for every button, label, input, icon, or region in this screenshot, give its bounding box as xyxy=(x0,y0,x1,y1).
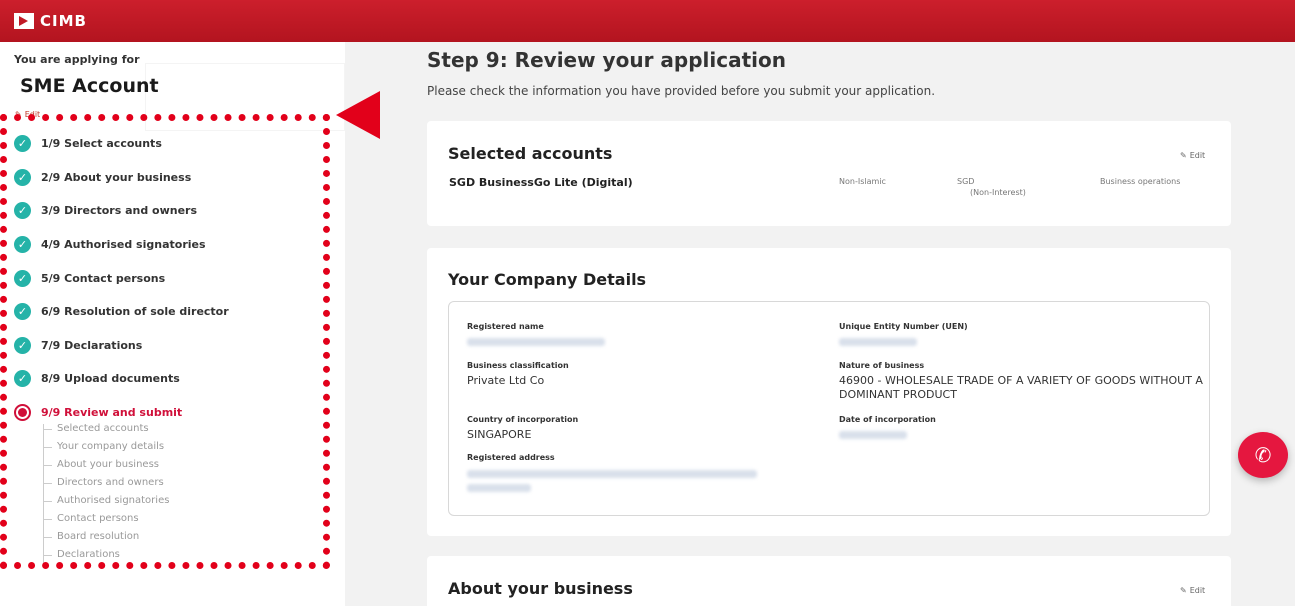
business-classification-label: Business classification xyxy=(467,361,569,370)
page-title: Step 9: Review your application xyxy=(427,48,786,72)
redacted-address-line1 xyxy=(467,470,757,478)
company-details-box: Registered name Unique Entity Number (UE… xyxy=(448,301,1210,516)
pencil-icon: ✎ xyxy=(1180,586,1187,595)
pencil-icon: ✎ xyxy=(1180,151,1187,160)
edit-label: Edit xyxy=(1189,151,1206,160)
brand-name: CIMB xyxy=(40,12,87,30)
page-subtitle: Please check the information you have pr… xyxy=(427,84,936,98)
country-label: Country of incorporation xyxy=(467,415,579,424)
country-value: SINGAPORE xyxy=(467,428,532,441)
account-purpose: Business operations xyxy=(1100,177,1181,186)
edit-about-business-button[interactable]: ✎ Edit xyxy=(1180,586,1205,595)
uen-label: Unique Entity Number (UEN) xyxy=(839,322,968,331)
business-classification-value: Private Ltd Co xyxy=(467,374,545,387)
address-label: Registered address xyxy=(467,453,555,462)
redacted-date xyxy=(839,431,907,439)
pointer-arrow xyxy=(336,91,380,139)
nature-value-line1: 46900 - WHOLESALE TRADE OF A VARIETY OF … xyxy=(839,374,1203,387)
applying-label: You are applying for xyxy=(14,53,140,66)
edit-label: Edit xyxy=(1189,586,1206,595)
registered-name-label: Registered name xyxy=(467,322,544,331)
call-button[interactable]: ✆ xyxy=(1238,432,1288,478)
selected-accounts-card: Selected accounts ✎ Edit SGD BusinessGo … xyxy=(427,121,1231,226)
nature-value-line2: DOMINANT PRODUCT xyxy=(839,388,957,401)
account-type: Non-Islamic xyxy=(839,177,886,186)
cimb-logo-icon xyxy=(14,13,34,29)
redacted-uen xyxy=(839,338,917,346)
date-label: Date of incorporation xyxy=(839,415,936,424)
card-title: About your business xyxy=(448,579,633,598)
about-business-card: About your business ✎ Edit xyxy=(427,556,1231,606)
dotted-highlight-frame xyxy=(0,114,330,569)
redacted-registered-name xyxy=(467,338,605,346)
card-title: Selected accounts xyxy=(448,144,613,163)
top-bar: CIMB xyxy=(0,0,1295,42)
product-name: SME Account xyxy=(20,75,159,97)
account-name: SGD BusinessGo Lite (Digital) xyxy=(449,176,633,189)
redacted-address-line2 xyxy=(467,484,531,492)
cimb-logo[interactable]: CIMB xyxy=(14,12,87,30)
card-title: Your Company Details xyxy=(448,270,647,289)
edit-accounts-button[interactable]: ✎ Edit xyxy=(1180,151,1205,160)
account-interest: (Non-Interest) xyxy=(970,188,1026,197)
phone-call-icon: ✆ xyxy=(1254,443,1272,467)
company-details-card: Your Company Details Registered name Uni… xyxy=(427,248,1231,536)
nature-label: Nature of business xyxy=(839,361,925,370)
